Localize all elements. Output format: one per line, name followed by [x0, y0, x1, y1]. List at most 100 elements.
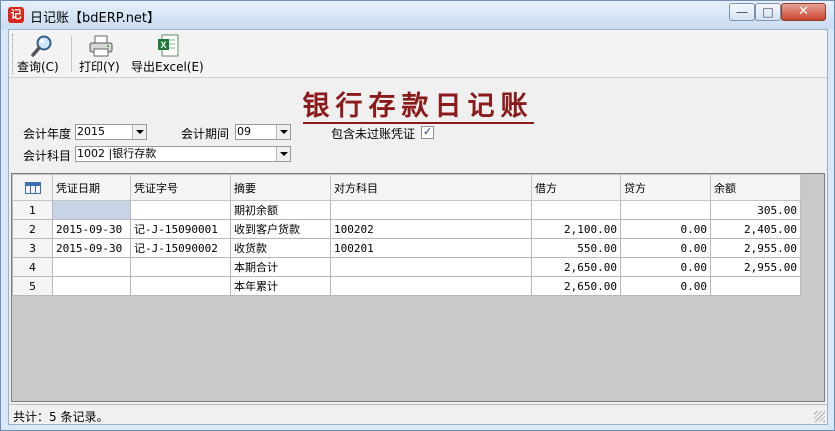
column-header[interactable]: 凭证日期 — [52, 174, 131, 201]
summary-cell[interactable]: 本期合计 — [230, 257, 331, 277]
include-unposted-label: 包含未过账凭证 — [331, 127, 416, 141]
counter-account-cell[interactable] — [330, 257, 532, 277]
column-header[interactable]: 凭证字号 — [130, 174, 231, 201]
magnifier-icon — [31, 35, 52, 57]
svg-text:X: X — [160, 40, 166, 50]
fiscal-period-value: 09 — [237, 125, 251, 138]
balance-cell[interactable]: 2,955.00 — [710, 257, 801, 277]
column-header[interactable]: 贷方 — [620, 174, 711, 201]
table-header-row: 凭证日期 凭证字号 摘要 对方科目 借方 贷方 余额 — [12, 174, 801, 201]
ledger-grid: 凭证日期 凭证字号 摘要 对方科目 借方 贷方 余额 1 期初余额 305.00… — [11, 173, 825, 402]
report-title: 银行存款日记账 — [9, 84, 827, 124]
column-header[interactable]: 借方 — [531, 174, 621, 201]
table-row[interactable]: 5 本年累计 2,650.00 0.00 — [12, 276, 801, 296]
chevron-down-icon[interactable] — [276, 125, 290, 139]
include-unposted-checkbox[interactable] — [421, 125, 434, 139]
balance-cell[interactable] — [710, 276, 801, 296]
counter-account-cell[interactable] — [330, 276, 532, 296]
credit-cell[interactable]: 0.00 — [620, 276, 711, 296]
chevron-down-icon[interactable] — [276, 147, 290, 161]
close-button[interactable]: ✕ — [781, 3, 826, 21]
debit-cell[interactable]: 2,650.00 — [531, 276, 621, 296]
export-excel-label: 导出Excel(E) — [131, 60, 204, 74]
minimize-icon: — — [736, 5, 748, 19]
print-button[interactable]: 打印(Y) — [79, 33, 123, 75]
credit-cell[interactable] — [620, 200, 711, 220]
counter-account-cell[interactable] — [330, 200, 532, 220]
counter-account-cell[interactable]: 100202 — [330, 219, 532, 239]
date-cell[interactable]: 2015-09-30 — [52, 219, 131, 239]
print-label: 打印(Y) — [79, 60, 120, 74]
fiscal-year-value: 2015 — [77, 125, 105, 138]
debit-cell[interactable] — [531, 200, 621, 220]
record-count-text: 共计：5 条记录。 — [13, 410, 109, 424]
grid-corner[interactable] — [12, 174, 53, 201]
status-bar: 共计：5 条记录。 — [9, 404, 827, 424]
column-header[interactable]: 对方科目 — [330, 174, 532, 201]
debit-cell[interactable]: 2,650.00 — [531, 257, 621, 277]
column-header[interactable]: 摘要 — [230, 174, 331, 201]
voucher-cell[interactable]: 记-J-15090002 — [130, 238, 231, 258]
window-title: 日记账【bdERP.net】 — [30, 11, 161, 26]
fiscal-period-select[interactable]: 09 — [235, 124, 291, 140]
row-number[interactable]: 5 — [12, 276, 53, 296]
row-number[interactable]: 2 — [12, 219, 53, 239]
grid-settings-icon — [24, 182, 41, 194]
date-cell[interactable] — [52, 257, 131, 277]
fiscal-year-label: 会计年度 — [23, 127, 72, 141]
column-header[interactable]: 余额 — [710, 174, 801, 201]
query-label: 查询(C) — [17, 60, 59, 74]
query-button[interactable]: 查询(C) — [17, 33, 67, 75]
table-row[interactable]: 3 2015-09-30 记-J-15090002 收货款 100201 550… — [12, 238, 801, 258]
account-label: 会计科目 — [23, 149, 72, 163]
toolbar-grip[interactable] — [12, 34, 15, 74]
credit-cell[interactable]: 0.00 — [620, 238, 711, 258]
summary-cell[interactable]: 收到客户货款 — [230, 219, 331, 239]
maximize-icon: □ — [762, 5, 774, 19]
date-cell[interactable] — [52, 276, 131, 296]
minimize-button[interactable]: — — [729, 3, 755, 21]
date-cell[interactable] — [52, 200, 131, 220]
app-logo-icon: 记 — [8, 7, 24, 23]
maximize-button[interactable]: □ — [755, 3, 781, 21]
export-excel-button[interactable]: X 导出Excel(E) — [131, 33, 205, 75]
voucher-cell[interactable] — [130, 257, 231, 277]
fiscal-period-label: 会计期间 — [181, 127, 230, 141]
account-value: 1002 |银行存款 — [77, 147, 157, 160]
account-select[interactable]: 1002 |银行存款 — [75, 146, 291, 162]
voucher-cell[interactable] — [130, 276, 231, 296]
report-title-text: 银行存款日记账 — [302, 91, 534, 124]
title-bar[interactable]: 记 日记账【bdERP.net】 — □ ✕ — [1, 1, 834, 29]
date-cell[interactable]: 2015-09-30 — [52, 238, 131, 258]
ledger-table: 凭证日期 凭证字号 摘要 对方科目 借方 贷方 余额 1 期初余额 305.00… — [12, 174, 801, 296]
balance-cell[interactable]: 305.00 — [710, 200, 801, 220]
resize-grip-icon[interactable] — [814, 411, 825, 422]
balance-cell[interactable]: 2,405.00 — [710, 219, 801, 239]
row-number[interactable]: 3 — [12, 238, 53, 258]
toolbar-separator — [71, 36, 72, 72]
summary-cell[interactable]: 期初余额 — [230, 200, 331, 220]
counter-account-cell[interactable]: 100201 — [330, 238, 532, 258]
printer-icon — [89, 35, 113, 57]
table-row[interactable]: 4 本期合计 2,650.00 0.00 2,955.00 — [12, 257, 801, 277]
app-window: 记 日记账【bdERP.net】 — □ ✕ 查询(C) 打印(Y) X 导出E… — [0, 0, 835, 431]
row-number[interactable]: 4 — [12, 257, 53, 277]
balance-cell[interactable]: 2,955.00 — [710, 238, 801, 258]
voucher-cell[interactable]: 记-J-15090001 — [130, 219, 231, 239]
client-area: 查询(C) 打印(Y) X 导出Excel(E) 银行存款日记账 会计年度 20… — [8, 29, 828, 425]
voucher-cell[interactable] — [130, 200, 231, 220]
debit-cell[interactable]: 2,100.00 — [531, 219, 621, 239]
debit-cell[interactable]: 550.00 — [531, 238, 621, 258]
summary-cell[interactable]: 收货款 — [230, 238, 331, 258]
chevron-down-icon[interactable] — [132, 125, 146, 139]
excel-icon: X — [158, 34, 179, 57]
credit-cell[interactable]: 0.00 — [620, 219, 711, 239]
toolbar: 查询(C) 打印(Y) X 导出Excel(E) — [9, 30, 827, 78]
summary-cell[interactable]: 本年累计 — [230, 276, 331, 296]
credit-cell[interactable]: 0.00 — [620, 257, 711, 277]
row-number[interactable]: 1 — [12, 200, 53, 220]
table-row[interactable]: 2 2015-09-30 记-J-15090001 收到客户货款 100202 … — [12, 219, 801, 239]
close-icon: ✕ — [798, 4, 809, 19]
fiscal-year-select[interactable]: 2015 — [75, 124, 147, 140]
table-row[interactable]: 1 期初余额 305.00 — [12, 200, 801, 220]
